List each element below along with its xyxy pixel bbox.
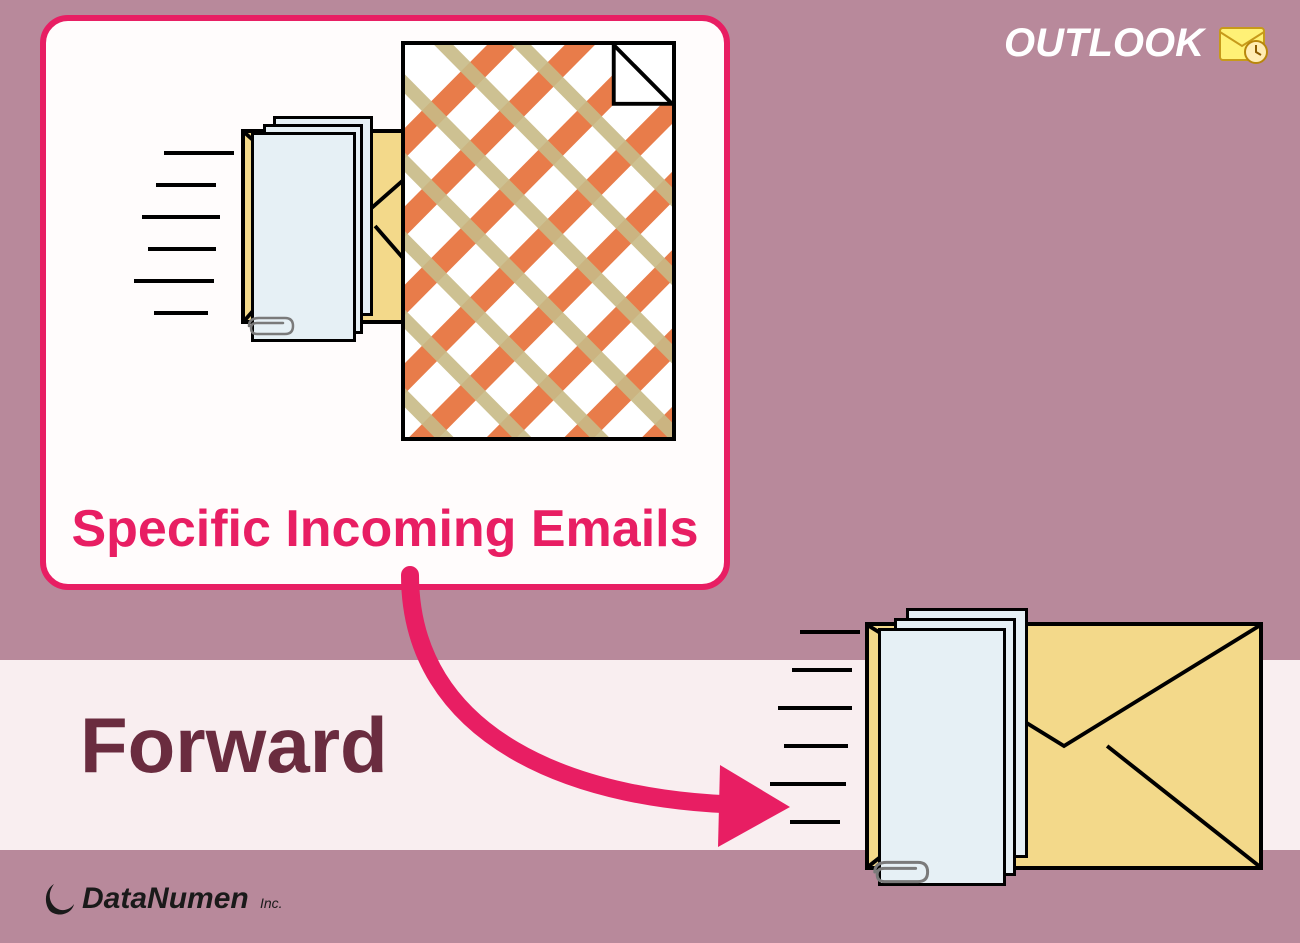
outlook-badge: OUTLOOK xyxy=(1004,20,1270,66)
svg-text:Inc.: Inc. xyxy=(260,895,283,911)
logo-text-bold: DataNumen xyxy=(82,882,249,915)
logo-text-sub: Inc. xyxy=(260,895,283,911)
diagram-canvas: OUTLOOK xyxy=(0,0,1300,943)
datanumen-logo: DataNumen Inc. xyxy=(40,876,300,921)
svg-text:DataNumen: DataNumen xyxy=(82,882,249,915)
incoming-emails-card: Specific Incoming Emails xyxy=(40,15,730,590)
paper-stack-icon xyxy=(878,608,1038,888)
outlook-label: OUTLOOK xyxy=(1004,21,1204,66)
motion-lines-icon xyxy=(800,630,860,852)
outlook-icon xyxy=(1214,20,1270,66)
card-caption: Specific Incoming Emails xyxy=(46,499,724,559)
paperclip-icon xyxy=(870,860,930,884)
paper-stack-icon xyxy=(251,116,381,341)
paperclip-icon xyxy=(245,316,295,336)
motion-lines-icon xyxy=(164,151,234,343)
forward-label: Forward xyxy=(80,700,388,791)
attachment-doc-icon xyxy=(401,41,676,441)
